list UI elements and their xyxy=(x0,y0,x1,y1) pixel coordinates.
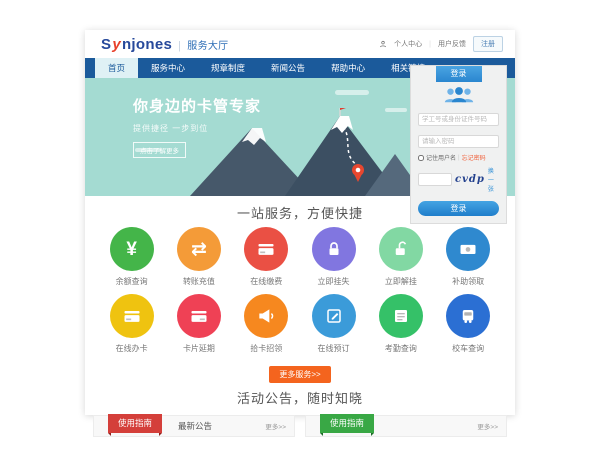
login-options-row: 记住用户名 | 忘记密码 xyxy=(418,153,499,162)
more-link[interactable]: 更多>> xyxy=(265,421,286,431)
service-item[interactable]: 卡片延期 xyxy=(165,294,232,354)
remember-checkbox[interactable] xyxy=(418,155,424,161)
user-icon xyxy=(379,40,387,48)
announcements-section: 活动公告，随时知晓 使用指南 最新公告 更多>> 使用指南 更多>> xyxy=(85,383,515,437)
feedback-link[interactable]: 用户反馈 xyxy=(438,39,466,49)
balance-yuan-icon[interactable]: ¥ xyxy=(110,227,154,271)
password-input[interactable] xyxy=(418,135,499,148)
users-group-icon xyxy=(442,86,476,103)
attendance-list-icon[interactable] xyxy=(379,294,423,338)
guide-panel-right: 使用指南 更多>> xyxy=(305,415,507,437)
service-label: 转账充值 xyxy=(183,276,215,287)
logo-accent: y xyxy=(112,36,121,53)
cloud-shape xyxy=(335,90,369,95)
banknote-icon[interactable] xyxy=(446,227,490,271)
login-panel: 登录 记住用户名 | 忘记密码 cvdp 换一张 登录 xyxy=(410,65,507,224)
nav-item-regulations[interactable]: 规章制度 xyxy=(198,58,258,78)
username-input[interactable] xyxy=(418,113,499,126)
hero-banner: 你身边的卡管专家 提供捷径 一步到位 点击了解更多 登录 xyxy=(85,78,515,196)
service-item[interactable]: 在线预订 xyxy=(300,294,367,354)
school-bus-icon[interactable] xyxy=(446,294,490,338)
login-submit-button[interactable]: 登录 xyxy=(418,201,499,216)
service-label: 考勤查询 xyxy=(385,343,417,354)
new-card-icon[interactable] xyxy=(110,294,154,338)
service-item[interactable]: 立即挂失 xyxy=(300,227,367,287)
remember-label: 记住用户名 xyxy=(426,153,456,162)
service-item[interactable]: 拾卡招领 xyxy=(233,294,300,354)
unlock-icon[interactable] xyxy=(379,227,423,271)
service-label: 校车查询 xyxy=(452,343,484,354)
options-divider: | xyxy=(458,155,460,161)
nav-item-service-center[interactable]: 服务中心 xyxy=(138,58,198,78)
captcha-refresh-link[interactable]: 换一张 xyxy=(488,166,499,193)
service-label: 余额查询 xyxy=(116,276,148,287)
ribbon-tab-guide[interactable]: 使用指南 xyxy=(108,414,162,433)
service-label: 立即解挂 xyxy=(385,276,417,287)
hero-text: 你身边的卡管专家 提供捷径 一步到位 点击了解更多 xyxy=(133,95,261,158)
more-link[interactable]: 更多>> xyxy=(477,421,498,431)
pay-card-icon[interactable] xyxy=(244,227,288,271)
service-item[interactable]: 考勤查询 xyxy=(367,294,434,354)
edit-booking-icon[interactable] xyxy=(312,294,356,338)
top-header: S y njones | 服务大厅 个人中心 | 用户反馈 注册 xyxy=(85,30,515,58)
logo-divider: | xyxy=(178,40,181,52)
tab-latest-announcements[interactable]: 最新公告 xyxy=(178,420,212,432)
site-title: 服务大厅 xyxy=(187,37,228,52)
service-item[interactable]: 在线办卡 xyxy=(98,294,165,354)
service-item[interactable]: ⇄ 转账充值 xyxy=(165,227,232,287)
service-label: 卡片延期 xyxy=(183,343,215,354)
transfer-arrows-icon[interactable]: ⇄ xyxy=(177,227,221,271)
service-label: 拾卡招领 xyxy=(250,343,282,354)
nav-item-help-center[interactable]: 帮助中心 xyxy=(318,58,378,78)
captcha-input[interactable] xyxy=(418,173,452,186)
captcha-image[interactable]: cvdp xyxy=(455,174,485,185)
service-item[interactable]: 校车查询 xyxy=(434,294,501,354)
logo-text-rest: njones xyxy=(122,36,172,53)
service-label: 在线办卡 xyxy=(116,343,148,354)
service-label: 在线预订 xyxy=(318,343,350,354)
service-item[interactable]: 立即解挂 xyxy=(367,227,434,287)
hero-title: 你身边的卡管专家 xyxy=(133,95,261,116)
megaphone-icon[interactable] xyxy=(244,294,288,338)
personal-center-link[interactable]: 个人中心 xyxy=(394,39,422,49)
nav-item-news[interactable]: 新闻公告 xyxy=(258,58,318,78)
site-window: S y njones | 服务大厅 个人中心 | 用户反馈 注册 首页 服务中心… xyxy=(85,30,515,415)
hero-cta-button[interactable]: 点击了解更多 xyxy=(133,142,186,158)
service-label: 在线缴费 xyxy=(250,276,282,287)
hero-subtitle: 提供捷径 一步到位 xyxy=(133,123,261,134)
services-grid: ¥ 余额查询 ⇄ 转账充值 在线缴费 立即挂失 xyxy=(98,227,502,361)
more-services-button[interactable]: 更多服务>> xyxy=(269,366,330,383)
card-renew-icon[interactable] xyxy=(177,294,221,338)
service-item[interactable]: 在线缴费 xyxy=(233,227,300,287)
services-section: 一站服务，方便快捷 ¥ 余额查询 ⇄ 转账充值 在线缴费 xyxy=(85,196,515,383)
announcements-title: 活动公告，随时知晓 xyxy=(85,388,515,407)
login-tab[interactable]: 登录 xyxy=(436,66,482,82)
nav-item-home[interactable]: 首页 xyxy=(95,58,138,78)
service-item[interactable]: 补助领取 xyxy=(434,227,501,287)
service-label: 立即挂失 xyxy=(318,276,350,287)
service-item[interactable]: ¥ 余额查询 xyxy=(98,227,165,287)
announcement-panels: 使用指南 最新公告 更多>> 使用指南 更多>> xyxy=(93,415,507,437)
logo-text: S xyxy=(101,36,111,53)
lock-icon[interactable] xyxy=(312,227,356,271)
header-utility-links: 个人中心 | 用户反馈 注册 xyxy=(379,36,503,52)
guide-panel-left: 使用指南 最新公告 更多>> xyxy=(93,415,295,437)
register-button[interactable]: 注册 xyxy=(473,36,503,52)
service-label: 补助领取 xyxy=(452,276,484,287)
brand-logo[interactable]: S y njones | 服务大厅 xyxy=(101,36,228,53)
captcha-row: cvdp 换一张 xyxy=(418,166,499,193)
header-separator: | xyxy=(429,41,431,48)
ribbon-tab-guide[interactable]: 使用指南 xyxy=(320,414,374,433)
forgot-password-link[interactable]: 忘记密码 xyxy=(462,153,486,162)
